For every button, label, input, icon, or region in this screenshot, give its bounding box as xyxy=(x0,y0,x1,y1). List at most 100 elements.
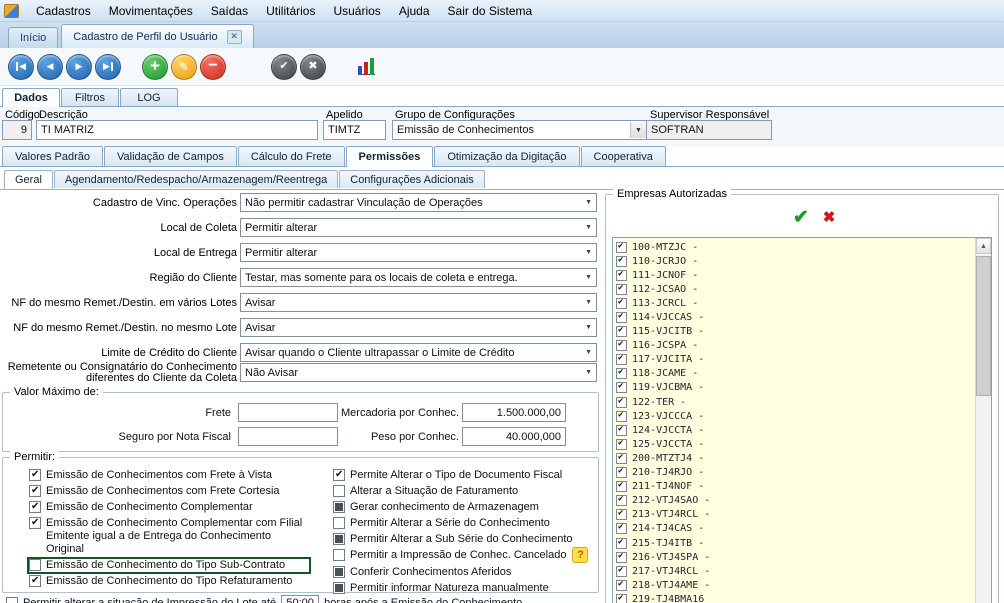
form-row-select[interactable]: Avisar xyxy=(240,318,597,337)
main-tab[interactable]: LOG xyxy=(120,88,178,106)
form-row-select[interactable]: Não permitir cadastrar Vinculação de Ope… xyxy=(240,193,597,212)
empresa-list-item[interactable]: 216-VTJ4SPA - xyxy=(616,550,973,564)
menu-item[interactable]: Ajuda xyxy=(390,1,439,21)
permission-checkbox[interactable]: Emissão de Conhecimento do Tipo Refatura… xyxy=(29,575,309,588)
form-row-select[interactable]: Avisar quando o Cliente ultrapassar o Li… xyxy=(240,343,597,362)
main-tab[interactable]: Dados xyxy=(2,88,60,107)
scroll-up-icon[interactable] xyxy=(976,238,991,254)
sub-tab[interactable]: Agendamento/Redespacho/Armazenagem/Reent… xyxy=(54,170,338,188)
codigo-field[interactable]: 9 xyxy=(2,120,32,140)
next-record-button[interactable]: ▶ xyxy=(66,54,92,80)
empresas-list[interactable]: 100-MTZJC - 110-JCRJO - 111-JCNOF - xyxy=(612,237,992,603)
permission-checkbox[interactable]: Permitir a Impressão de Conhec. Cancelad… xyxy=(333,549,601,563)
empresa-list-item[interactable]: 217-VTJ4RCL - xyxy=(616,564,973,578)
permission-checkbox[interactable]: Permitir informar Natureza manualmente xyxy=(333,582,601,595)
tab-cadastro-perfil[interactable]: Cadastro de Perfil do Usuário xyxy=(61,24,253,48)
section-tab[interactable]: Otimização da Digitação xyxy=(434,146,579,166)
edit-record-button[interactable]: ✎ xyxy=(171,54,197,80)
grupo-configuracoes-select[interactable]: Emissão de Conhecimentos xyxy=(392,120,648,140)
cancel-button[interactable]: ✖ xyxy=(300,54,326,80)
empresa-list-item[interactable]: 115-VJCITB - xyxy=(616,325,973,339)
empresa-list-item[interactable]: 112-JCSAO - xyxy=(616,282,973,296)
form-row-select[interactable]: Não Avisar xyxy=(240,363,597,382)
permission-checkbox[interactable]: Conferir Conhecimentos Aferidos xyxy=(333,566,601,579)
apelido-field[interactable]: TIMTZ xyxy=(323,120,386,140)
peso-field[interactable]: 40.000,000 xyxy=(462,427,566,446)
empresa-list-item[interactable]: 219-TJ4BMA16 xyxy=(616,592,973,603)
empresa-list-item[interactable]: 114-VJCCAS - xyxy=(616,310,973,324)
empresa-list-item[interactable]: 110-JCRJO - xyxy=(616,254,973,268)
empresa-list-item[interactable]: 119-VJCBMA - xyxy=(616,381,973,395)
empresa-list-item[interactable]: 215-TJ4ITB - xyxy=(616,536,973,550)
permission-checkbox[interactable]: Permitir Alterar a Sub Série do Conhecim… xyxy=(333,533,601,546)
permission-checkbox[interactable]: Emissão de Conhecimento do Tipo Sub-Cont… xyxy=(29,559,309,572)
last-record-button[interactable]: ▶ xyxy=(95,54,121,80)
menu-item[interactable]: Usuários xyxy=(324,1,389,21)
empresa-list-item[interactable]: 100-MTZJC - xyxy=(616,240,973,254)
section-tab[interactable]: Permissões xyxy=(346,146,434,167)
scrollbar-thumb[interactable] xyxy=(976,256,991,396)
empresa-list-item[interactable]: 117-VJCITA - xyxy=(616,353,973,367)
menu-item[interactable]: Sair do Sistema xyxy=(439,1,542,21)
checkbox-icon[interactable] xyxy=(6,597,18,603)
form-row-select[interactable]: Permitir alterar xyxy=(240,243,597,262)
form-row-select[interactable]: Testar, mas somente para os locais de co… xyxy=(240,268,597,287)
empresa-list-item[interactable]: 111-JCNOF - xyxy=(616,268,973,282)
supervisor-field[interactable]: SOFTRAN xyxy=(646,120,772,140)
seguro-field[interactable] xyxy=(238,427,338,446)
empresa-list-item[interactable]: 214-TJ4CAS - xyxy=(616,522,973,536)
first-record-button[interactable]: ◀ xyxy=(8,54,34,80)
hours-field[interactable]: 50:00 xyxy=(281,595,319,603)
permission-checkbox[interactable]: Permitir Alterar a Série do Conhecimento xyxy=(333,517,601,530)
mercadoria-field[interactable]: 1.500.000,00 xyxy=(462,403,566,422)
help-icon[interactable] xyxy=(572,547,588,563)
empresa-list-item[interactable]: 213-VTJ4RCL - xyxy=(616,508,973,522)
menu-item[interactable]: Movimentações xyxy=(100,1,202,21)
permission-checkbox[interactable]: Emissão de Conhecimentos com Frete à Vis… xyxy=(29,469,309,482)
empresa-list-item[interactable]: 125-VJCCTA - xyxy=(616,437,973,451)
sub-tab[interactable]: Geral xyxy=(4,170,53,189)
empresa-list-item[interactable]: 118-JCAME - xyxy=(616,367,973,381)
checkbox-icon xyxy=(616,552,627,563)
empresa-list-item[interactable]: 116-JCSPA - xyxy=(616,339,973,353)
chart-button[interactable] xyxy=(353,54,379,80)
empresa-list-item[interactable]: 210-TJ4RJO - xyxy=(616,466,973,480)
permission-checkbox[interactable]: Emissão de Conhecimentos com Frete Corte… xyxy=(29,485,309,498)
empresa-list-item[interactable]: 123-VJCCCA - xyxy=(616,409,973,423)
form-row-select[interactable]: Avisar xyxy=(240,293,597,312)
menu-item[interactable]: Utilitários xyxy=(257,1,324,21)
empresa-list-item[interactable]: 122-TER - xyxy=(616,395,973,409)
section-tab[interactable]: Cooperativa xyxy=(581,146,666,166)
empresa-list-item[interactable]: 211-TJ4NOF - xyxy=(616,480,973,494)
menu-item[interactable]: Cadastros xyxy=(27,1,100,21)
scrollbar[interactable] xyxy=(975,238,991,603)
section-tab[interactable]: Validação de Campos xyxy=(104,146,237,166)
permission-checkbox[interactable]: Gerar conhecimento de Armazenagem xyxy=(333,501,601,514)
empresa-list-item[interactable]: 212-VTJ4SAO - xyxy=(616,494,973,508)
main-tab[interactable]: Filtros xyxy=(61,88,119,106)
previous-record-button[interactable]: ◀ xyxy=(37,54,63,80)
empresa-list-item[interactable]: 218-VTJ4AME - xyxy=(616,578,973,592)
sub-tab[interactable]: Configurações Adicionais xyxy=(339,170,485,188)
delete-record-button[interactable]: − xyxy=(200,54,226,80)
add-record-button[interactable]: + xyxy=(142,54,168,80)
empresa-list-item[interactable]: 124-VJCCTA - xyxy=(616,423,973,437)
frete-field[interactable] xyxy=(238,403,338,422)
menu-item[interactable]: Saídas xyxy=(202,1,257,21)
permission-checkbox[interactable]: Emissão de Conhecimento Complementar com… xyxy=(29,517,309,556)
section-tab[interactable]: Valores Padrão xyxy=(2,146,103,166)
permission-checkbox[interactable]: Permite Alterar o Tipo de Documento Fisc… xyxy=(333,469,601,482)
empresa-list-item[interactable]: 113-JCRCL - xyxy=(616,296,973,310)
form-row-select[interactable]: Permitir alterar xyxy=(240,218,597,237)
permission-checkbox[interactable]: Alterar a Situação de Faturamento xyxy=(333,485,601,498)
descricao-field[interactable]: TI MATRIZ xyxy=(36,120,318,140)
permission-checkbox[interactable]: Emissão de Conhecimento Complementar xyxy=(29,501,309,514)
chevron-down-icon[interactable] xyxy=(630,122,646,138)
empresa-list-item[interactable]: 200-MTZTJ4 - xyxy=(616,451,973,465)
uncheck-all-button[interactable]: ✖ xyxy=(816,205,842,229)
check-all-button[interactable]: ✔ xyxy=(788,205,814,229)
section-tab[interactable]: Cálculo do Frete xyxy=(238,146,345,166)
tab-inicio[interactable]: Início xyxy=(8,27,58,48)
confirm-button[interactable]: ✔ xyxy=(271,54,297,80)
close-tab-icon[interactable] xyxy=(227,30,242,44)
